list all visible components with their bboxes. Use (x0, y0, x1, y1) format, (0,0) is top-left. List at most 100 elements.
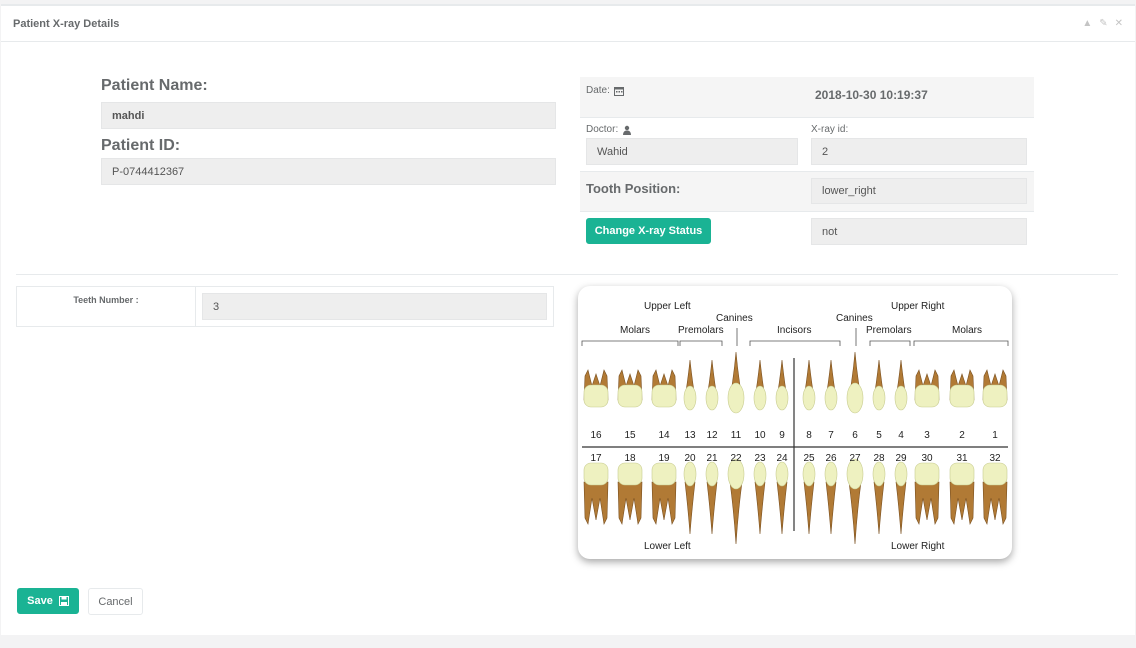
lower-tooth-4 (705, 461, 719, 535)
close-icon[interactable]: ✕ (1115, 18, 1123, 29)
divider (580, 171, 1034, 172)
upper-tooth-number: 7 (828, 430, 834, 441)
bracket-line (581, 340, 679, 346)
upper-tooth-number: 5 (876, 430, 882, 441)
upper-tooth-3 (683, 359, 697, 411)
upper-tooth-number: 10 (754, 430, 766, 441)
canines-left-label: Canines (716, 313, 753, 324)
canines-right-label: Canines (836, 313, 873, 324)
patient-id-field[interactable]: P-0744412367 (101, 158, 556, 185)
lower-tooth-6 (753, 461, 767, 535)
upper-tooth-9 (824, 359, 838, 411)
upper-tooth-number: 1 (992, 430, 998, 441)
bracket-line (749, 340, 841, 346)
lower-tooth-number: 29 (895, 453, 907, 464)
date-label: Date: (586, 85, 610, 96)
lower-tooth-number: 32 (989, 453, 1001, 464)
molars-left-label: Molars (620, 325, 651, 336)
upper-tooth-10 (846, 351, 864, 414)
save-button[interactable]: Save (17, 588, 79, 614)
lower-tooth-number: 22 (730, 453, 742, 464)
lower-tooth-number: 31 (956, 453, 968, 464)
upper-tooth-number: 12 (706, 430, 718, 441)
upper-tooth-15 (982, 369, 1008, 408)
upper-tooth-13 (914, 369, 940, 408)
upper-tooth-1 (617, 369, 643, 408)
upper-right-label: Upper Right (891, 301, 945, 312)
upper-tooth-number: 11 (730, 430, 742, 441)
lower-tooth-15 (982, 462, 1008, 525)
xray-status-field[interactable]: not (811, 218, 1027, 245)
patient-id-label: Patient ID: (101, 137, 181, 154)
lower-tooth-9 (824, 461, 838, 535)
wrench-icon[interactable]: ✎ (1099, 18, 1107, 29)
upper-tooth-number: 3 (924, 430, 930, 441)
upper-tooth-number: 14 (658, 430, 670, 441)
lower-tooth-1 (617, 462, 643, 525)
lower-tooth-13 (914, 462, 940, 525)
lower-tooth-8 (802, 461, 816, 535)
lower-tooth-number: 24 (776, 453, 788, 464)
floppy-icon (58, 596, 69, 606)
bracket-line (913, 340, 1009, 346)
lower-tooth-number: 19 (658, 453, 670, 464)
lower-tooth-5 (727, 458, 745, 545)
premolars-right-label: Premolars (866, 325, 912, 336)
cancel-button[interactable]: Cancel (88, 588, 143, 615)
lower-tooth-14 (949, 462, 975, 525)
change-xray-status-button[interactable]: Change X-ray Status (586, 218, 711, 244)
upper-tooth-6 (753, 359, 767, 411)
upper-tooth-0 (583, 369, 609, 408)
lower-right-label: Lower Right (891, 541, 945, 552)
lower-tooth-7 (775, 461, 789, 535)
tooth-position-field[interactable]: lower_right (811, 178, 1027, 204)
upper-tooth-5 (727, 351, 745, 414)
upper-tooth-number: 4 (898, 430, 904, 441)
panel-title: Patient X-ray Details (13, 17, 120, 30)
lower-tooth-3 (683, 461, 697, 535)
molars-right-label: Molars (952, 325, 983, 336)
teeth-number-cell: 3 (196, 287, 553, 326)
lower-tooth-number: 21 (706, 453, 718, 464)
divider (580, 211, 1034, 212)
doctor-label: Doctor: (586, 124, 619, 135)
upper-tooth-number: 8 (806, 430, 812, 441)
upper-tooth-number: 2 (959, 430, 965, 441)
bracket-line (679, 340, 723, 346)
upper-tooth-4 (705, 359, 719, 411)
upper-tooth-12 (894, 359, 908, 411)
collapse-icon[interactable]: ▲ (1082, 18, 1092, 29)
lower-tooth-2 (651, 462, 677, 525)
panel-header: Patient X-ray Details ▲ ✎ ✕ (1, 6, 1135, 42)
upper-tooth-number: 6 (852, 430, 858, 441)
teeth-number-table: Teeth Number : 3 (16, 286, 554, 327)
patient-name-field[interactable]: mahdi (101, 102, 556, 129)
patient-name-label: Patient Name: (101, 77, 208, 94)
lower-tooth-11 (872, 461, 886, 535)
teeth-number-field[interactable]: 3 (202, 293, 547, 320)
lower-tooth-12 (894, 461, 908, 535)
xray-id-field[interactable]: 2 (811, 138, 1027, 165)
upper-tooth-8 (802, 359, 816, 411)
upper-tooth-2 (651, 369, 677, 408)
lower-tooth-number: 25 (803, 453, 815, 464)
divider (580, 117, 1034, 118)
lower-tooth-number: 20 (684, 453, 696, 464)
lower-tooth-number: 23 (754, 453, 766, 464)
premolars-left-label: Premolars (678, 325, 724, 336)
doctor-field[interactable]: Wahid (586, 138, 798, 165)
upper-tooth-number: 16 (590, 430, 602, 441)
bracket-line (869, 340, 911, 346)
upper-tooth-number: 13 (684, 430, 696, 441)
upper-left-label: Upper Left (644, 301, 691, 312)
doctor-icon (623, 125, 632, 135)
calendar-icon (613, 86, 624, 96)
lower-tooth-0 (583, 462, 609, 525)
dental-chart: Upper Left Upper Right Molars Premolars … (578, 286, 1012, 559)
lower-tooth-number: 18 (624, 453, 636, 464)
upper-tooth-14 (949, 369, 975, 408)
upper-tooth-7 (775, 359, 789, 411)
upper-tooth-number: 15 (624, 430, 636, 441)
upper-tooth-number: 9 (779, 430, 785, 441)
upper-tooth-11 (872, 359, 886, 411)
